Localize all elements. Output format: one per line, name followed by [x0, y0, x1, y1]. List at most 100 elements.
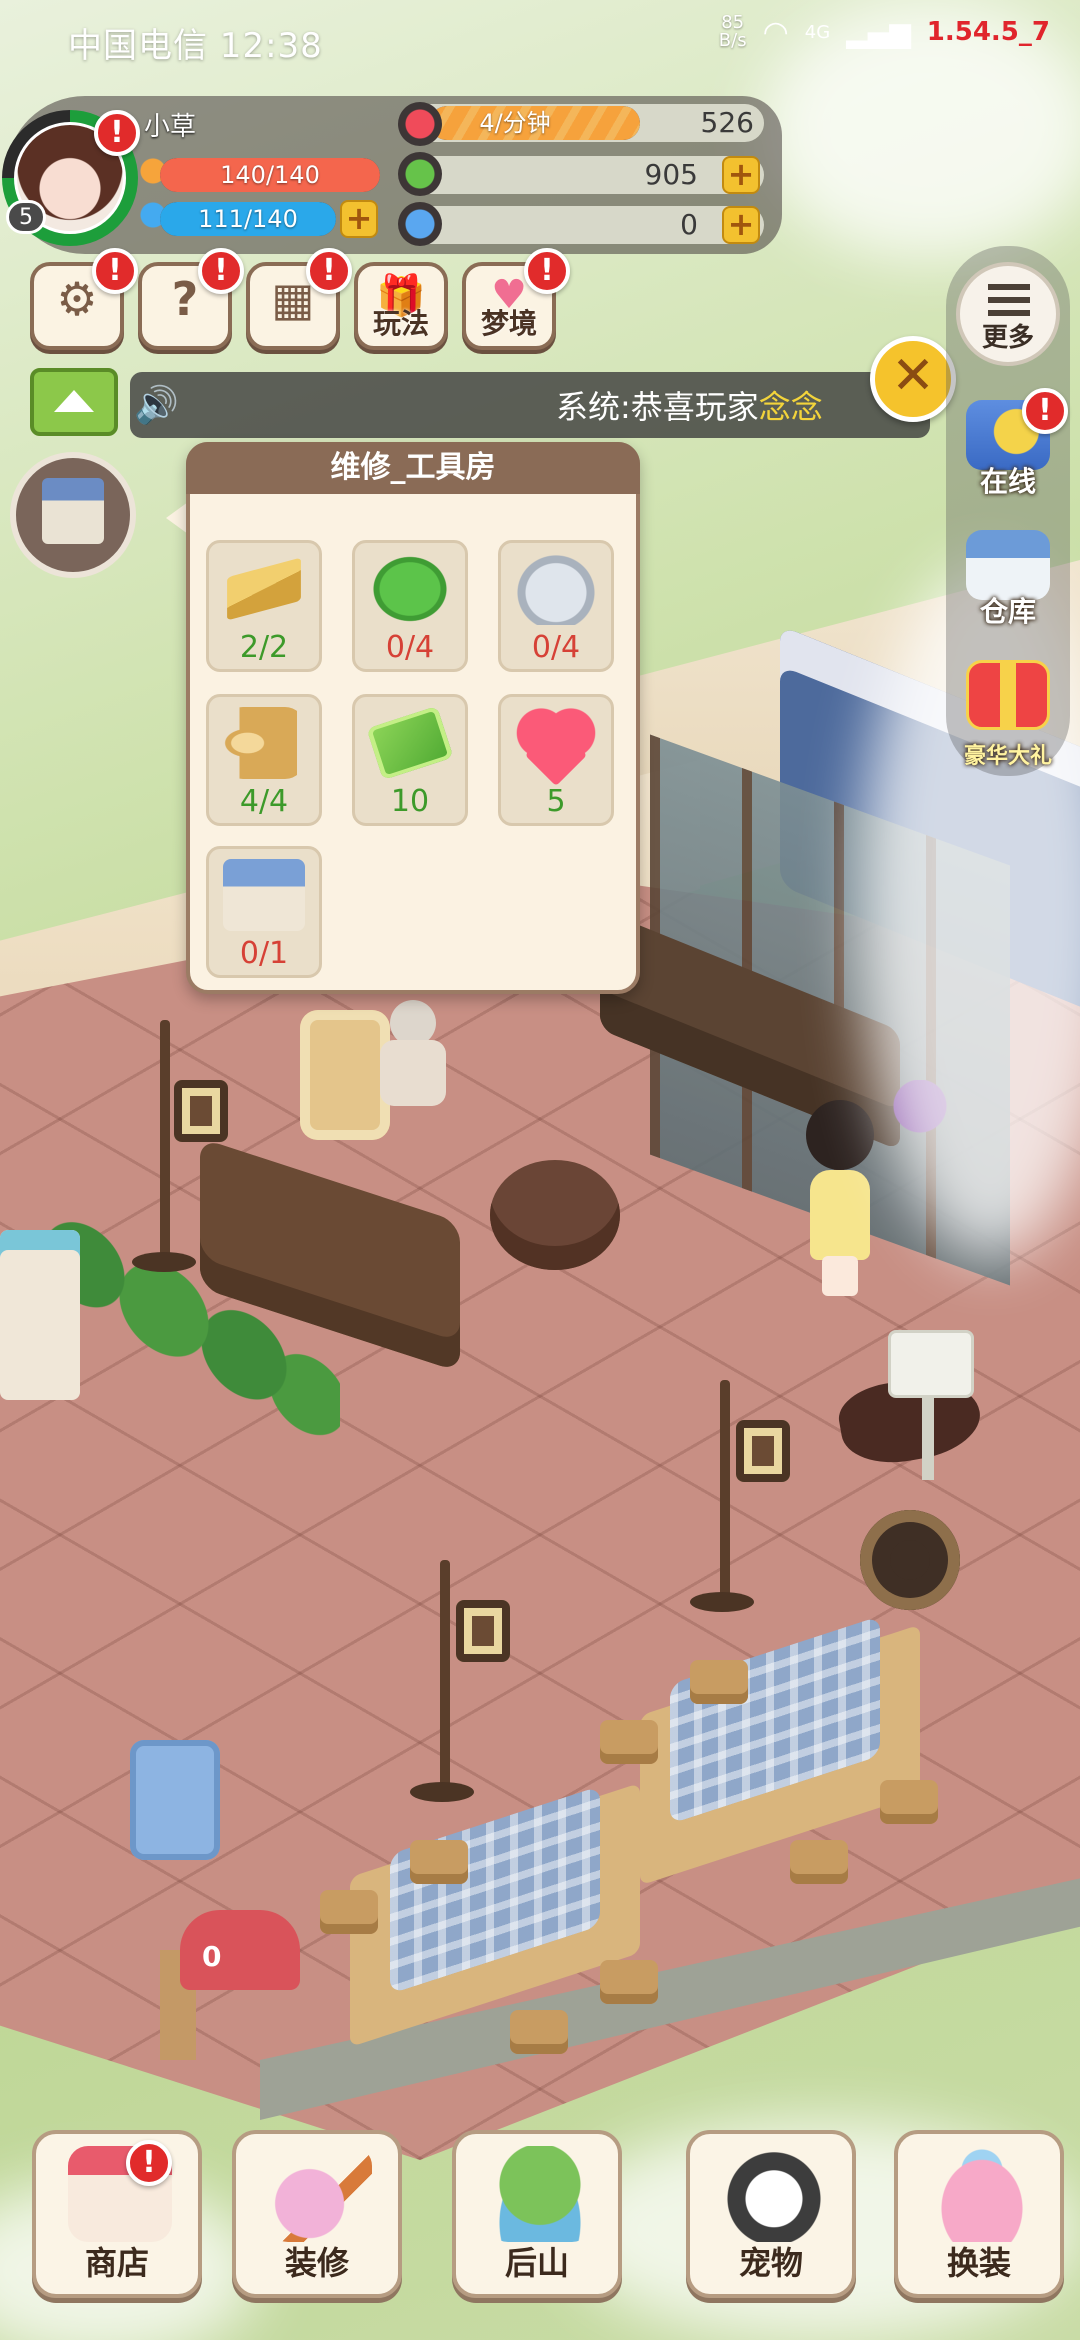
material-slot[interactable]: 0/1	[206, 846, 322, 978]
lantern-lamp-1[interactable]	[132, 1020, 230, 1272]
deluxe-gift-button[interactable]: 豪华大礼	[952, 660, 1064, 770]
collapse-button[interactable]	[30, 368, 118, 436]
more-button[interactable]: 更多	[956, 262, 1060, 366]
lamp-pole	[720, 1380, 730, 1600]
gameplay-button[interactable]: 🎁 玩法	[354, 262, 448, 350]
material-count: 0/4	[385, 630, 435, 665]
popup-pointer	[166, 502, 188, 534]
material-count: 2/2	[239, 630, 289, 665]
arrow-up-icon	[54, 390, 94, 412]
decorate-button[interactable]: 装修	[232, 2130, 402, 2298]
status-icons: 85 B/s ◠ 4G ▂▄▆ 1.54.5_7	[719, 14, 1050, 50]
outfit-label: 换装	[946, 2244, 1011, 2282]
player-character[interactable]	[800, 1100, 880, 1300]
suitcase-like-box[interactable]	[130, 1740, 220, 1860]
material-slot[interactable]: 10	[352, 694, 468, 826]
lamp-base	[132, 1252, 196, 1272]
back-hill-button[interactable]: 后山	[452, 2130, 622, 2298]
lantern-lamp-3[interactable]	[410, 1560, 520, 1802]
shop-label: 商店	[84, 2244, 149, 2282]
tool-house-icon	[223, 859, 305, 931]
outfit-button[interactable]: 换装	[894, 2130, 1064, 2298]
money-plus-button[interactable]: +	[722, 156, 760, 194]
stool[interactable]	[600, 1960, 658, 2004]
close-announcement-button[interactable]: ✕	[870, 336, 956, 422]
player-legs	[822, 1256, 858, 1296]
player-dress	[810, 1170, 870, 1260]
pet-button[interactable]: 宠物	[686, 2130, 856, 2298]
player-name: 小草	[144, 112, 197, 142]
more-label: 更多	[981, 323, 1034, 353]
deluxe-gift-label: 豪华大礼	[963, 744, 1052, 769]
lamp-head	[736, 1420, 790, 1482]
material-count: 10	[390, 784, 430, 819]
mailbox[interactable]: 0	[180, 1910, 300, 1990]
pet-label: 宠物	[738, 2244, 803, 2282]
gems-plus-button[interactable]: +	[722, 206, 760, 244]
material-slot[interactable]: 0/4	[498, 540, 614, 672]
carrier-and-time: 中国电信 12:38	[68, 26, 323, 66]
lamp-head	[174, 1080, 228, 1142]
energy-text: 111/140	[198, 205, 298, 233]
lamp-base	[690, 1592, 754, 1612]
material-slot[interactable]: 0/4	[352, 540, 468, 672]
online-alert-badge: !	[1022, 388, 1068, 434]
paint-brush-icon	[268, 2146, 372, 2242]
player-head	[806, 1100, 874, 1170]
material-slot[interactable]: 5	[498, 694, 614, 826]
cash-icon	[366, 705, 454, 781]
stamina-bar: 140/140	[160, 158, 380, 192]
stool[interactable]	[510, 2010, 568, 2054]
material-count: 4/4	[239, 784, 289, 819]
locked-area-sign[interactable]	[888, 1330, 974, 1398]
announcement-prefix: 系统:恭喜玩家	[556, 388, 759, 426]
back-hill-label: 后山	[504, 2244, 569, 2282]
stool[interactable]	[600, 1720, 658, 1764]
lantern-lamp-2[interactable]	[690, 1380, 800, 1620]
heart-rate-text: 4/分钟	[479, 109, 551, 137]
hearts-value: 526	[700, 106, 754, 139]
stone-icon	[515, 553, 597, 625]
menu-lines-icon	[988, 284, 1030, 318]
shop-button[interactable]: 商店	[32, 2130, 202, 2298]
calendar-alert-badge: !	[306, 248, 352, 294]
energy-plus-button[interactable]: +	[340, 200, 378, 238]
tool-house-icon	[42, 478, 104, 544]
announcement-text: 系统:恭喜玩家念念	[556, 382, 823, 428]
net-speed: 85 B/s	[719, 14, 747, 50]
fish-tank[interactable]	[0, 1230, 80, 1400]
shop-alert-badge: !	[126, 2140, 172, 2186]
status-bar: 中国电信 12:38 85 B/s ◠ 4G ▂▄▆ 1.54.5_7	[0, 0, 1080, 80]
grandpa-character[interactable]	[370, 1000, 460, 1110]
material-slot[interactable]: 4/4	[206, 694, 322, 826]
avatar-alert-badge: !	[94, 110, 140, 156]
energy-bar: 111/140	[160, 202, 336, 236]
stool[interactable]	[880, 1780, 938, 1824]
round-flower-table[interactable]	[490, 1160, 620, 1270]
decorate-label: 装修	[284, 2244, 349, 2282]
money-value: 905	[644, 158, 698, 191]
gift-box-icon	[966, 660, 1050, 730]
stool[interactable]	[410, 1840, 468, 1884]
dream-alert-badge: !	[524, 248, 570, 294]
stool[interactable]	[790, 1840, 848, 1884]
material-count: 0/1	[239, 936, 289, 971]
grandpa-body	[380, 1040, 446, 1106]
stool[interactable]	[320, 1890, 378, 1934]
net-speed-unit: B/s	[718, 30, 747, 51]
warehouse-button[interactable]: 仓库	[952, 530, 1064, 630]
gameplay-label: 玩法	[372, 307, 429, 340]
building-selector[interactable]	[10, 452, 136, 578]
gems-row	[410, 206, 764, 244]
leaf-bundle-icon	[369, 553, 451, 625]
online-label: 在线	[979, 465, 1036, 498]
material-slot[interactable]: 2/2	[206, 540, 322, 672]
gem-icon	[398, 202, 442, 246]
announcement-highlight: 念念	[758, 388, 823, 426]
money-row	[410, 156, 764, 194]
stamina-text: 140/140	[220, 161, 320, 189]
wood-plank-icon	[227, 557, 301, 621]
standing-fan[interactable]	[860, 1510, 960, 1610]
stool[interactable]	[690, 1660, 748, 1704]
heart-icon	[398, 102, 442, 146]
